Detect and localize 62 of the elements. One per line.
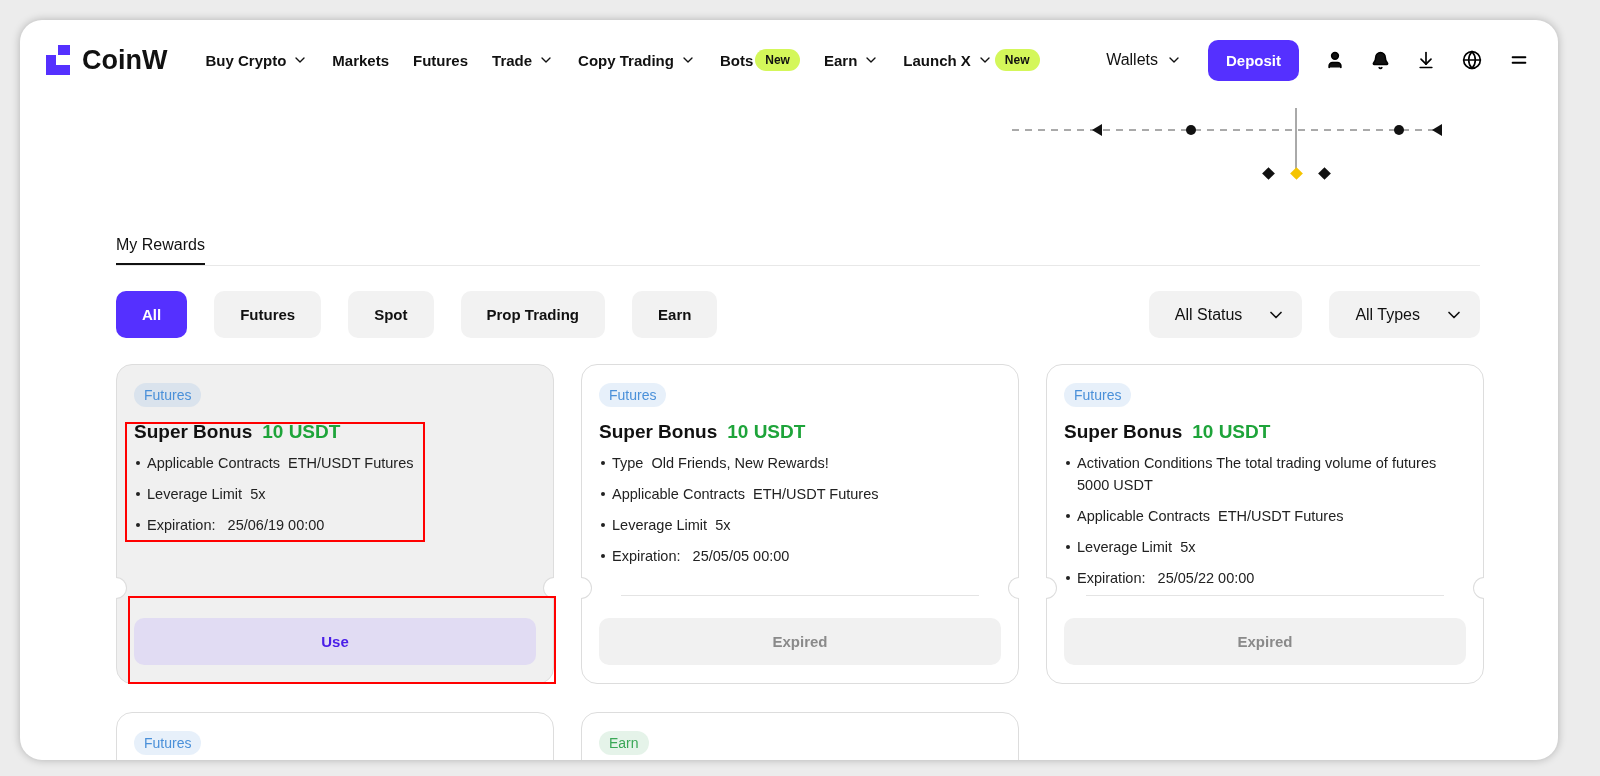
bullet-icon: [601, 492, 605, 496]
nav-link[interactable]: Bots New: [719, 49, 800, 71]
user-icon[interactable]: [1325, 50, 1345, 70]
reward-detail: Leverage Limit 5x: [1077, 538, 1196, 557]
category-tag: Futures: [599, 383, 667, 407]
category-tag: Earn: [599, 731, 649, 755]
reward-detail: Leverage Limit 5x: [147, 485, 266, 504]
new-badge: New: [755, 49, 800, 71]
brand-name[interactable]: CoinW: [82, 44, 168, 76]
section-tab[interactable]: My Rewards: [116, 230, 205, 265]
reward-detail: Type Old Friends, New Rewards!: [612, 454, 829, 473]
filter-chip[interactable]: Earn: [632, 291, 718, 338]
bullet-icon: [136, 461, 140, 465]
filter-chip[interactable]: Spot: [348, 291, 434, 338]
reward-detail: Applicable Contracts ETH/USDT Futures: [612, 485, 879, 504]
reward-amount: 10 USDT: [727, 421, 806, 443]
filter-dropdown[interactable]: All Status: [1148, 291, 1303, 338]
nav-link[interactable]: Trade: [492, 51, 555, 69]
use-button[interactable]: Use: [134, 618, 536, 665]
bullet-icon: [1066, 514, 1070, 518]
filter-chip[interactable]: All: [116, 291, 188, 338]
bullet-icon: [136, 523, 140, 527]
filter-chip[interactable]: Prop Trading: [460, 291, 606, 338]
nav-link[interactable]: Earn: [823, 51, 880, 69]
reward-title: Super Bonus: [599, 421, 718, 443]
reward-title: Super Bonus: [1064, 421, 1183, 443]
ticket-notch: [543, 577, 554, 599]
new-badge: New: [994, 49, 1040, 71]
reward-detail: Applicable Contracts ETH/USDT Futures: [147, 454, 414, 473]
download-icon[interactable]: [1416, 50, 1436, 70]
nav-link[interactable]: Futures: [413, 51, 469, 69]
category-tag: Futures: [134, 383, 202, 407]
reward-title: Super Bonus: [134, 421, 253, 443]
wallets-menu[interactable]: Wallets: [1106, 51, 1182, 69]
logo-icon: [46, 45, 70, 75]
reward-detail: Expiration: 25/05/22 00:00: [1077, 569, 1255, 588]
reward-amount: 10 USDT: [1192, 421, 1271, 443]
nav-link[interactable]: Markets: [332, 51, 390, 69]
category-tag: Futures: [1064, 383, 1132, 407]
bullet-icon: [1066, 545, 1070, 549]
reward-detail: Expiration: 25/05/05 00:00: [612, 547, 790, 566]
bullet-icon: [136, 492, 140, 496]
bullet-icon: [601, 554, 605, 558]
bullet-icon: [1066, 461, 1070, 465]
reward-detail: Leverage Limit 5x: [612, 516, 731, 535]
filter-chip[interactable]: Futures: [214, 291, 322, 338]
nav-link[interactable]: Launch X New: [903, 49, 1040, 71]
deposit-button[interactable]: Deposit: [1208, 39, 1299, 81]
reward-detail: Expiration: 25/06/19 00:00: [147, 516, 325, 535]
reward-amount: 10 USDT: [262, 421, 341, 443]
bullet-icon: [601, 461, 605, 465]
globe-icon[interactable]: [1462, 50, 1482, 70]
nav-link[interactable]: Buy Crypto: [205, 51, 309, 69]
reward-detail: Applicable Contracts ETH/USDT Futures: [1077, 507, 1344, 526]
filter-dropdown[interactable]: All Types: [1329, 291, 1480, 338]
nav-link[interactable]: Copy Trading: [578, 51, 696, 69]
reward-detail: Activation Conditions The total trading volume of futures 5000 USDT: [1077, 454, 1437, 495]
ticket-notch: [1008, 577, 1019, 599]
bullet-icon: [601, 523, 605, 527]
bell-icon[interactable]: [1371, 50, 1390, 70]
bullet-icon: [1066, 576, 1070, 580]
category-tag: Futures: [134, 731, 202, 755]
